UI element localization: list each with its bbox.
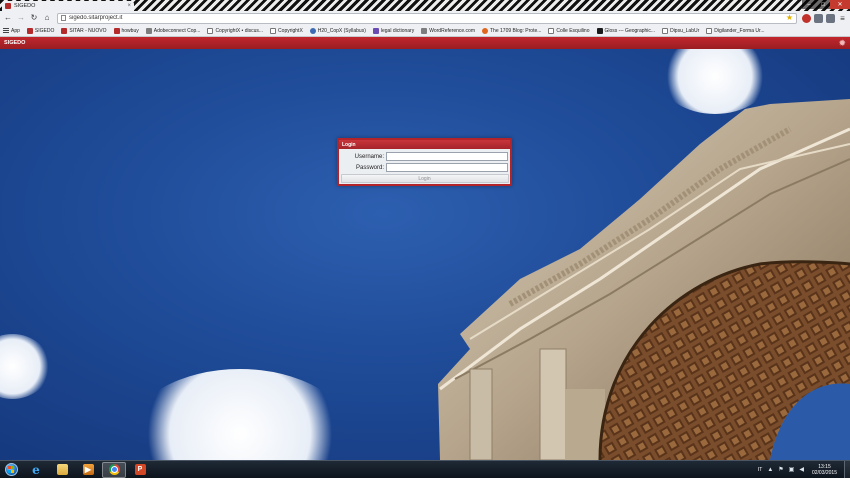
document-icon: [706, 27, 713, 34]
forward-icon[interactable]: →: [16, 13, 26, 23]
username-input[interactable]: [386, 152, 508, 161]
maximize-button[interactable]: □: [816, 0, 830, 9]
page-icon: [61, 15, 66, 21]
triumphal-arch: [438, 99, 850, 460]
volume-icon[interactable]: ◀: [799, 467, 804, 473]
media-player-icon: ▶: [82, 464, 94, 475]
system-clock[interactable]: 13:15 02/03/2015: [809, 464, 840, 476]
extension-window-icon[interactable]: [826, 13, 835, 23]
bookmark-star-icon[interactable]: ★: [786, 14, 793, 22]
browser-toolbar: ← → ↻ ⌂ sigedo.sitarproject.it ★ ≡: [0, 11, 850, 25]
flag-icon[interactable]: ⚑: [778, 467, 783, 473]
bookmark-legal-dictionary[interactable]: legal dictionary: [372, 27, 414, 34]
window-controls: – □ ✕: [802, 0, 850, 9]
url-text[interactable]: sigedo.sitarproject.it: [69, 15, 783, 21]
chrome-icon: [108, 464, 120, 475]
taskbar-file-explorer[interactable]: [50, 462, 74, 478]
folder-icon: [56, 464, 68, 475]
document-icon: [207, 27, 214, 34]
bookmark-h20-copx[interactable]: H20_CopX (Syllabus): [309, 27, 366, 34]
password-input[interactable]: [386, 163, 508, 172]
clock-date: 02/03/2015: [811, 469, 837, 476]
login-button[interactable]: Login: [340, 174, 509, 183]
gear-icon[interactable]: ✹: [838, 38, 846, 48]
back-icon[interactable]: ←: [3, 13, 13, 23]
sigedo-favicon: [26, 27, 33, 34]
adobe-favicon: [145, 27, 152, 34]
bookmark-sigedo[interactable]: SIGEDO: [26, 27, 54, 34]
gloss-favicon: [596, 27, 603, 34]
bookmark-copyrightx-discus[interactable]: CopyrightX • discus...: [207, 27, 263, 34]
howbuy-favicon: [113, 27, 120, 34]
reload-icon[interactable]: ↻: [29, 13, 39, 23]
bookmark-apps[interactable]: App: [3, 28, 20, 34]
apps-grid-icon: [3, 27, 9, 34]
tab-sigedo[interactable]: SIGEDO ×: [2, 1, 134, 11]
username-label: Username:: [354, 153, 384, 160]
bookmark-copyrightx[interactable]: CopyrightX: [270, 27, 303, 34]
login-dialog-title: Login: [339, 140, 510, 149]
sigedo-favicon: [5, 3, 11, 9]
taskbar-google-chrome[interactable]: [102, 461, 126, 478]
taskbar-internet-explorer[interactable]: e: [24, 462, 48, 478]
bookmark-sitar-nuovo[interactable]: SITAR - NUOVO: [61, 27, 107, 34]
windows-logo-icon: [4, 463, 18, 476]
extension-red-icon[interactable]: [802, 13, 811, 23]
show-hidden-icons[interactable]: ▲: [767, 467, 773, 473]
address-bar[interactable]: sigedo.sitarproject.it ★: [57, 12, 797, 24]
document-icon: [548, 27, 555, 34]
document-icon: [270, 27, 277, 34]
bookmark-1709-blog[interactable]: The 1709 Blog: Prote...: [482, 27, 541, 34]
sitar-favicon: [61, 27, 68, 34]
chrome-menu-icon[interactable]: ≡: [838, 14, 847, 23]
login-dialog: Login Username: Password: Login: [337, 138, 512, 186]
browser-tab-strip: SIGEDO × – □ ✕: [0, 0, 850, 11]
windows-taskbar: e ▶ P IT ▲ ⚑ ▣ ◀ 13:15 02/03/2015: [0, 460, 850, 478]
bookmark-colle-esquilino[interactable]: Colle Esquilino: [548, 27, 590, 34]
password-row: Password:: [339, 162, 510, 173]
taskbar-media-player[interactable]: ▶: [76, 462, 100, 478]
bookmark-wordreference[interactable]: WordReference.com: [421, 27, 475, 34]
close-window-button[interactable]: ✕: [830, 0, 850, 9]
dictionary-favicon: [372, 27, 379, 34]
login-form: Username: Password: Login: [339, 149, 510, 184]
bookmark-howbuy[interactable]: howbuy: [113, 27, 139, 34]
taskbar-powerpoint[interactable]: P: [128, 462, 152, 478]
h2o-favicon: [309, 27, 316, 34]
start-button[interactable]: [0, 461, 22, 478]
extension-grey-icon[interactable]: [814, 13, 823, 23]
background-image: [0, 49, 850, 460]
password-label: Password:: [355, 164, 384, 171]
app-brand: SIGEDO: [4, 40, 26, 46]
system-tray: IT ▲ ⚑ ▣ ◀ 13:15 02/03/2015: [758, 464, 844, 476]
internet-explorer-icon: e: [32, 462, 40, 477]
username-row: Username:: [339, 151, 510, 162]
bookmark-adobeconnect[interactable]: Adobeconnect Cop...: [145, 27, 200, 34]
bookmark-digilander[interactable]: Digilander_Forma Ur...: [706, 27, 765, 34]
wordreference-favicon: [421, 27, 428, 34]
show-desktop-button[interactable]: [844, 461, 850, 478]
bookmark-dipsu-labur[interactable]: Dipsu_LabUr: [662, 27, 699, 34]
bookmarks-bar: App SIGEDO SITAR - NUOVO howbuy Adobecon…: [0, 25, 850, 37]
powerpoint-icon: P: [134, 464, 146, 475]
network-icon[interactable]: ▣: [789, 467, 795, 473]
blogger-favicon: [482, 27, 488, 34]
app-header: SIGEDO ✹: [0, 37, 850, 49]
home-icon[interactable]: ⌂: [42, 13, 52, 23]
tab-title: SIGEDO: [14, 3, 36, 9]
bookmark-gloss[interactable]: Gloss --- Geographic...: [596, 27, 655, 34]
close-tab-icon[interactable]: ×: [127, 3, 131, 9]
minimize-button[interactable]: –: [802, 0, 816, 9]
language-indicator[interactable]: IT: [758, 467, 762, 473]
document-icon: [662, 27, 669, 34]
